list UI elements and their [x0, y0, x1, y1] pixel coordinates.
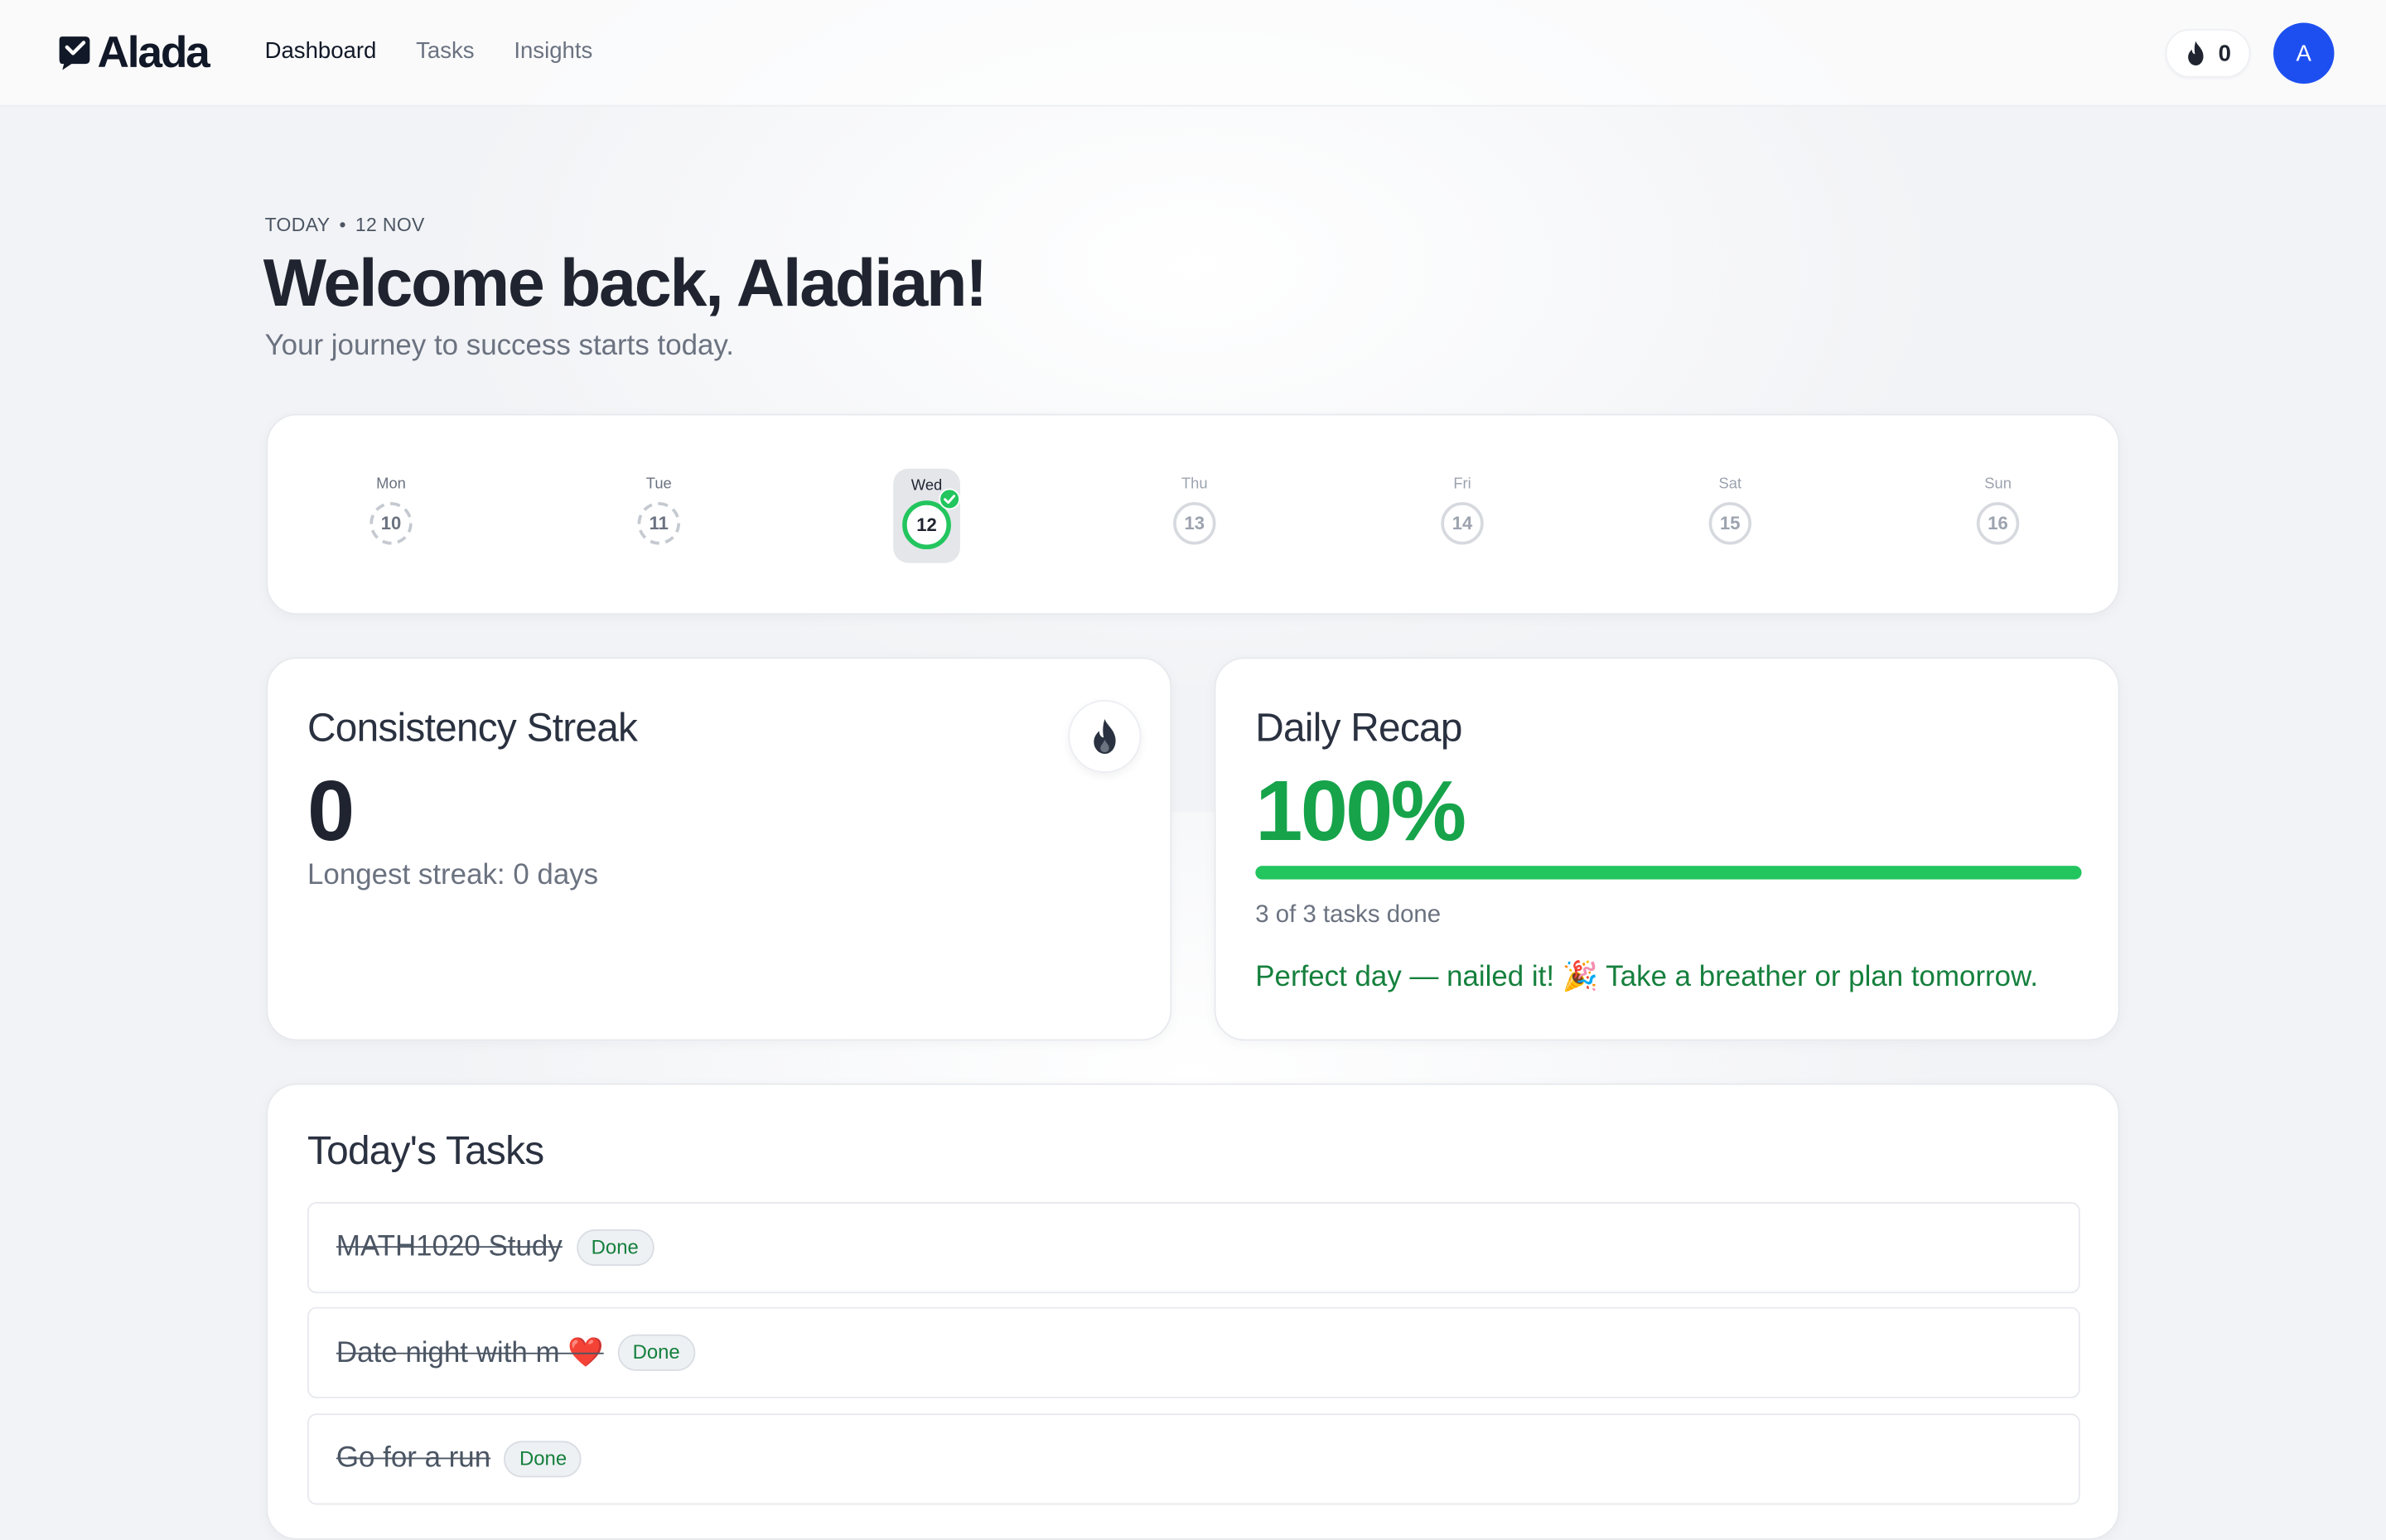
- streak-count: 0: [2218, 40, 2231, 66]
- todays-tasks-card: Today's Tasks MATH1020 Study Done Date n…: [266, 1083, 2120, 1540]
- task-name: Go for a run: [336, 1442, 491, 1475]
- recap-title: Daily Recap: [1255, 704, 1462, 751]
- streak-flame-button[interactable]: [1068, 699, 1142, 774]
- flame-icon: [2187, 41, 2204, 65]
- day-label: Sun: [1984, 476, 2012, 494]
- eyebrow-day: TODAY: [264, 214, 331, 236]
- day-label: Mon: [376, 476, 406, 494]
- top-bar: Alada Dashboard Tasks Insights 0 A: [0, 0, 2386, 107]
- day-wed-today[interactable]: Wed 12: [893, 468, 960, 563]
- day-mon[interactable]: Mon 10: [358, 467, 425, 562]
- day-number: 10: [369, 502, 413, 545]
- day-number: 14: [1441, 502, 1484, 545]
- check-icon: [939, 488, 960, 510]
- day-number: 11: [637, 502, 681, 545]
- date-eyebrow: TODAY • 12 NOV: [265, 215, 425, 236]
- nav-insights[interactable]: Insights: [514, 38, 592, 64]
- day-sat[interactable]: Sat 15: [1697, 467, 1764, 562]
- recap-message: Perfect day — nailed it! 🎉 Take a breath…: [1255, 961, 2039, 994]
- main-nav: Dashboard Tasks Insights: [265, 38, 593, 64]
- tasks-title: Today's Tasks: [307, 1127, 544, 1174]
- eyebrow-date: 12 NOV: [355, 214, 425, 236]
- daily-recap-card: Daily Recap 100% 3 of 3 tasks done Perfe…: [1214, 657, 2120, 1041]
- day-number: 16: [1976, 502, 2020, 545]
- recap-count: 3 of 3 tasks done: [1255, 902, 1442, 929]
- day-number: 13: [1173, 502, 1216, 545]
- recap-progress-fill: [1255, 866, 2082, 880]
- task-name: MATH1020 Study: [336, 1230, 563, 1263]
- day-thu[interactable]: Thu 13: [1161, 467, 1228, 562]
- status-badge: Done: [576, 1229, 654, 1267]
- page-subtitle: Your journey to success starts today.: [264, 330, 735, 363]
- day-label: Sat: [1718, 476, 1742, 494]
- flame-icon: [1094, 718, 1116, 754]
- day-label: Tue: [645, 476, 672, 494]
- day-fri[interactable]: Fri 14: [1429, 467, 1496, 562]
- recap-progress-bar: [1255, 866, 2082, 880]
- brand-name: Alada: [97, 28, 210, 78]
- status-badge: Done: [617, 1334, 696, 1371]
- app-root: Alada Dashboard Tasks Insights 0 A TODAY…: [0, 0, 2386, 1540]
- eyebrow-separator: •: [339, 214, 346, 236]
- longest-streak: Longest streak: 0 days: [307, 859, 599, 892]
- page-title: Welcome back, Aladian!: [263, 246, 988, 321]
- day-number: 15: [1708, 502, 1752, 545]
- day-tue[interactable]: Tue 11: [625, 467, 693, 562]
- nav-tasks[interactable]: Tasks: [416, 38, 474, 64]
- status-badge: Done: [504, 1441, 582, 1478]
- streak-title: Consistency Streak: [307, 704, 638, 751]
- streak-counter-pill[interactable]: 0: [2165, 28, 2251, 78]
- user-avatar[interactable]: A: [2273, 22, 2335, 84]
- streak-card: Consistency Streak 0 Longest streak: 0 d…: [266, 657, 1172, 1041]
- nav-dashboard[interactable]: Dashboard: [265, 38, 377, 64]
- day-label: Thu: [1181, 476, 1208, 494]
- streak-value: 0: [307, 762, 355, 858]
- recap-percent: 100%: [1255, 762, 1466, 858]
- day-sun[interactable]: Sun 16: [1964, 467, 2031, 562]
- logo-icon: [59, 36, 90, 70]
- task-name: Date night with m ❤️: [336, 1337, 604, 1370]
- day-label: Fri: [1453, 476, 1471, 494]
- task-row[interactable]: Date night with m ❤️ Done: [307, 1306, 2080, 1398]
- week-strip: Mon 10 Tue 11 Wed 12 Thu 13 Fri 14 Sat 1…: [266, 413, 2120, 616]
- brand-logo[interactable]: Alada: [55, 28, 210, 78]
- task-row[interactable]: MATH1020 Study Done: [307, 1201, 2080, 1294]
